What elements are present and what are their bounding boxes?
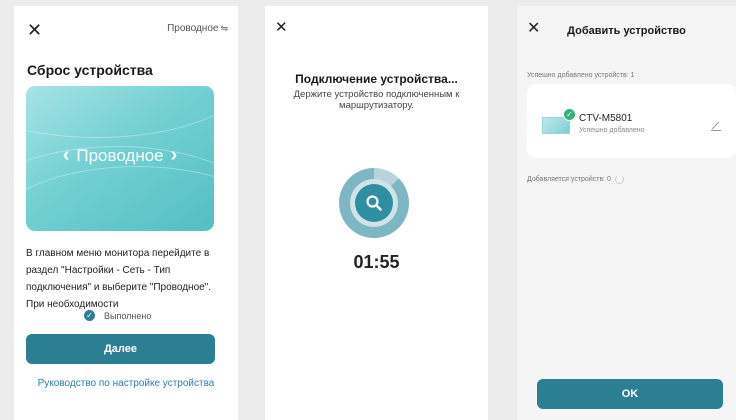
done-checkbox[interactable]: ✓ Выполнено <box>84 310 151 321</box>
check-icon: ✓ <box>84 310 95 321</box>
connecting-screen: ✕ Подключение устройства... Держите устр… <box>265 6 488 420</box>
setup-guide-link[interactable]: Руководство по настройке устройства <box>14 378 238 389</box>
decorative-wave <box>26 86 214 138</box>
connection-type-carousel[interactable]: ‹ Проводное › <box>26 86 214 231</box>
swap-icon: ⇋ <box>220 23 228 33</box>
device-status: Успешно добавлено <box>579 127 645 134</box>
countdown-timer: 01:55 <box>353 252 400 272</box>
chevron-left-icon[interactable]: ‹ <box>56 144 77 166</box>
add-device-screen: ✕ Добавить устройство Успешно добавлено … <box>517 6 736 420</box>
device-card[interactable]: ✓ CTV-M5801 Успешно добавлено <box>527 84 736 158</box>
next-button[interactable]: Далее <box>26 334 215 364</box>
progress-ring <box>339 168 409 238</box>
page-title: Подключение устройства... <box>295 72 458 86</box>
page-title: Добавить устройство <box>567 25 686 37</box>
close-icon[interactable]: ✕ <box>27 21 42 39</box>
carousel-label: Проводное <box>76 146 164 165</box>
adding-count-label: Добавляется устройств: 0 <box>527 176 611 183</box>
loading-spinner-icon <box>614 175 624 184</box>
search-icon <box>355 184 393 222</box>
adding-count: Добавляется устройств: 0 <box>527 175 624 184</box>
check-icon: ✓ <box>563 108 576 121</box>
chevron-right-icon[interactable]: › <box>164 144 185 166</box>
page-title: Сброс устройства <box>27 62 153 78</box>
done-label: Выполнено <box>104 310 152 321</box>
connection-mode-label: Проводное <box>167 23 219 34</box>
connection-mode-switch[interactable]: Проводное ⇋ <box>167 23 228 34</box>
added-count: Успешно добавлено устройств: 1 <box>527 72 635 79</box>
reset-device-screen: ✕ Проводное ⇋ Сброс устройства ‹ Проводное… <box>14 6 238 420</box>
ok-button[interactable]: OK <box>537 379 723 409</box>
subtitle: Держите устройство подключенным к маршру… <box>293 89 460 111</box>
close-icon[interactable]: ✕ <box>275 20 288 35</box>
device-name: CTV-M5801 <box>579 113 633 124</box>
instructions-text: В главном меню монитора перейдите в разд… <box>26 248 212 310</box>
edit-pencil-icon[interactable] <box>710 118 722 136</box>
